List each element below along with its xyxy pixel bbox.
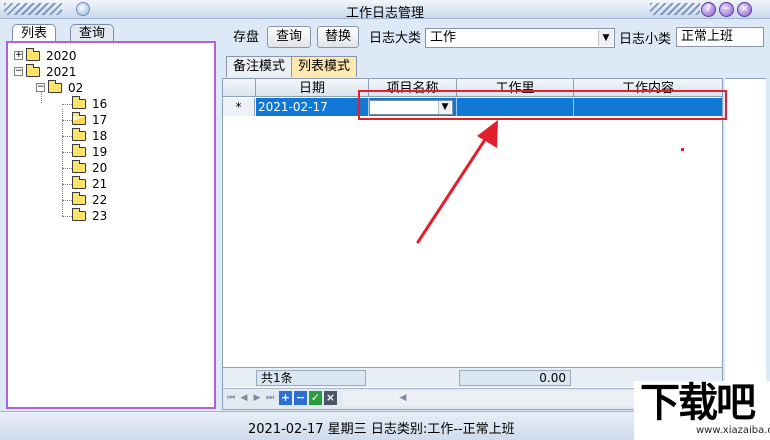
- delete-record-icon[interactable]: −: [294, 391, 307, 405]
- category-label: 日志大类: [369, 31, 422, 46]
- tree-connector: [62, 152, 72, 153]
- tree-connector: [62, 120, 72, 121]
- subcategory-label: 日志小类: [619, 32, 672, 47]
- grid-side-area: [725, 78, 766, 410]
- annotation-arrow-icon: [416, 120, 498, 244]
- folder-icon: [72, 207, 86, 221]
- cancel-record-icon[interactable]: ×: [324, 391, 337, 405]
- confirm-record-icon[interactable]: ✓: [309, 391, 322, 405]
- watermark-text: 下载吧: [640, 380, 756, 426]
- header-date[interactable]: 日期: [256, 79, 369, 97]
- tree-connector: [62, 184, 72, 185]
- tree-item-day[interactable]: 16: [72, 95, 107, 111]
- cell-date[interactable]: 2021-02-17: [256, 98, 369, 116]
- title-grip-right: [650, 3, 700, 15]
- watermark-url: www.xiazaiba.com: [696, 425, 770, 436]
- replace-button[interactable]: 替换: [317, 26, 359, 48]
- last-record-icon[interactable]: ⏭: [264, 391, 276, 406]
- date-tree: + 2020 − 2021 − 02 16 17 18 19 20 21 22 …: [6, 41, 216, 409]
- first-record-icon[interactable]: ⏮: [225, 391, 237, 406]
- row-indicator: *: [223, 98, 255, 116]
- category-select[interactable]: 工作 ▼: [425, 28, 615, 48]
- folder-icon: [72, 191, 86, 205]
- tree-item-day[interactable]: 22: [72, 191, 107, 207]
- highlight-box: [358, 90, 727, 120]
- minimize-button[interactable]: −: [719, 2, 734, 17]
- folder-icon: [72, 127, 86, 141]
- tree-item-2020[interactable]: + 2020: [14, 47, 77, 63]
- collapse-icon[interactable]: −: [14, 67, 23, 76]
- tree-item-day[interactable]: 20: [72, 159, 107, 175]
- tree-item-day[interactable]: 18: [72, 127, 107, 143]
- tab-list[interactable]: 列表: [12, 24, 57, 42]
- header-indicator: [223, 79, 256, 97]
- open-folder-icon: [72, 111, 86, 125]
- toolbar: 存盘 查询 替换 日志大类 工作 ▼ 日志小类 正常上班: [221, 22, 766, 54]
- folder-icon: [72, 159, 86, 173]
- annotation-dot: [681, 148, 684, 151]
- scroll-left-icon[interactable]: ◀: [397, 391, 409, 406]
- watermark-logo: 下载吧 www.xiazaiba.com: [634, 381, 770, 440]
- folder-icon: [26, 63, 40, 77]
- title-bar: 工作日志管理 ? − ×: [0, 0, 770, 21]
- tab-query[interactable]: 查询: [70, 24, 115, 42]
- tree-item-day[interactable]: 21: [72, 175, 107, 191]
- tree-item-2021[interactable]: − 2021: [14, 63, 77, 79]
- amount-total: 0.00: [459, 370, 571, 386]
- left-pane: 列表 查询 + 2020 − 2021 − 02 16 17 18 19 20 …: [4, 22, 218, 410]
- tree-item-month[interactable]: − 02: [36, 79, 83, 95]
- prev-record-icon[interactable]: ◀: [238, 391, 250, 406]
- save-button[interactable]: 存盘: [233, 30, 259, 46]
- tree-connector: [62, 168, 72, 169]
- help-button[interactable]: ?: [701, 2, 716, 17]
- next-record-icon[interactable]: ▶: [251, 391, 263, 406]
- folder-icon: [72, 143, 86, 157]
- tree-item-day[interactable]: 17: [72, 111, 107, 127]
- tree-connector: [62, 136, 72, 137]
- collapse-icon[interactable]: −: [36, 83, 45, 92]
- tree-connector: [62, 200, 72, 201]
- query-button[interactable]: 查询: [267, 26, 311, 48]
- folder-icon: [48, 79, 62, 93]
- tree-item-day[interactable]: 23: [72, 207, 107, 223]
- tree-item-day[interactable]: 19: [72, 143, 107, 159]
- tab-notes-mode[interactable]: 备注模式: [226, 56, 293, 77]
- close-button[interactable]: ×: [737, 2, 752, 17]
- add-record-icon[interactable]: +: [279, 391, 292, 405]
- dropdown-arrow-icon[interactable]: ▼: [598, 30, 613, 46]
- status-text: 2021-02-17 星期三 日志类别:工作--正常上班: [248, 422, 515, 437]
- folder-icon: [26, 47, 40, 61]
- row-count: 共1条: [256, 370, 366, 386]
- tab-list-mode[interactable]: 列表模式: [291, 56, 358, 77]
- folder-icon: [72, 175, 86, 189]
- folder-icon: [72, 95, 86, 109]
- tree-connector: [62, 216, 72, 217]
- expand-icon[interactable]: +: [14, 51, 23, 60]
- tree-connector: [62, 104, 72, 105]
- subcategory-field[interactable]: 正常上班: [676, 27, 764, 47]
